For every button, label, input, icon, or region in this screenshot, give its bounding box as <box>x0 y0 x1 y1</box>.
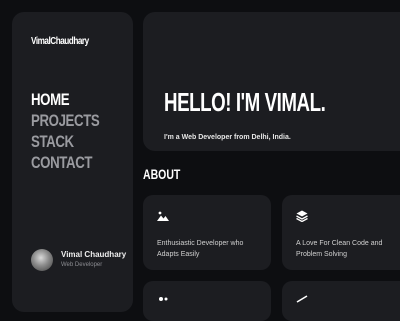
profile-name: Vimal Chaudhary <box>61 250 127 259</box>
about-heading: ABOUT <box>143 166 181 182</box>
about-card: Enthusiastic Developer who Adapts Easily <box>143 195 271 270</box>
hero-subtitle: I'm a Web Developer from Delhi, India. <box>164 134 291 141</box>
hero-panel: HELLO! I'M VIMAL. I'm a Web Developer fr… <box>143 12 400 151</box>
partial-icon <box>296 295 308 303</box>
layers-stack-icon <box>296 210 308 222</box>
about-card: A Love For Clean Code and Problem Solvin… <box>282 195 400 270</box>
sidebar: VimalChaudhary HOME PROJECTS STACK CONTA… <box>12 12 133 312</box>
main-nav: HOME PROJECTS STACK CONTACT <box>31 89 119 173</box>
nav-item-projects[interactable]: PROJECTS <box>31 110 100 131</box>
about-card <box>143 281 271 321</box>
nav-item-home[interactable]: HOME <box>31 89 99 110</box>
partial-icon <box>159 297 168 301</box>
nav-item-contact[interactable]: CONTACT <box>31 152 99 173</box>
profile: Vimal Chaudhary Web Developer <box>31 249 126 271</box>
profile-role: Web Developer <box>61 262 103 268</box>
about-card-text: A Love For Clean Code and Problem Solvin… <box>296 240 383 258</box>
brand-logo[interactable]: VimalChaudhary <box>31 36 89 47</box>
about-card <box>282 281 400 321</box>
mountain-image-icon <box>157 211 169 221</box>
profile-text: Vimal Chaudhary Web Developer <box>61 250 126 270</box>
hero-title: HELLO! I'M VIMAL. <box>164 87 326 117</box>
about-card-text: Enthusiastic Developer who Adapts Easily <box>157 240 244 258</box>
nav-item-stack[interactable]: STACK <box>31 131 99 152</box>
avatar <box>31 249 53 271</box>
